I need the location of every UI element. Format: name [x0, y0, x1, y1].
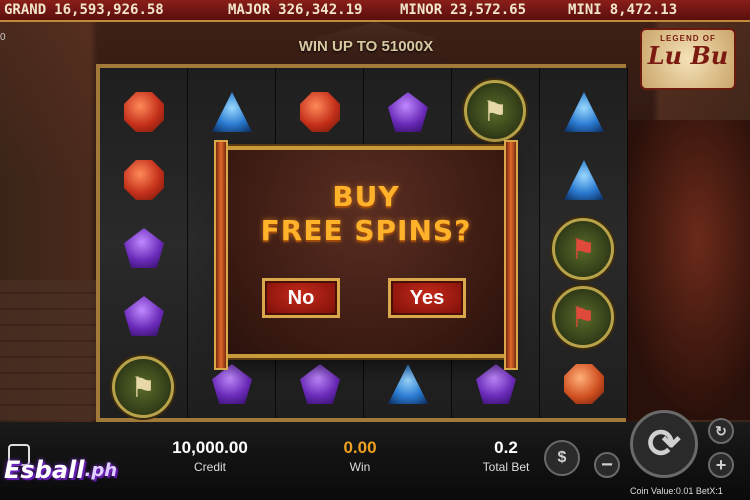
spin-button[interactable]: ⟳ [630, 410, 698, 478]
jackpot-mini: MINI 8,472.13 [568, 2, 677, 18]
red-gem-icon [124, 160, 164, 200]
jackpot-grand: GRAND 16,593,926.58 [4, 2, 164, 18]
jackpot-minor-value: 23,572.65 [450, 2, 527, 18]
dialog-pillar [214, 140, 228, 370]
esball-logo: Esball .ph [4, 450, 144, 490]
credit-label: Credit [193, 460, 226, 474]
jackpot-grand-value: 16,593,926.58 [54, 2, 164, 18]
win-display: 0.00 Win [330, 438, 390, 474]
blue-gem-icon [388, 364, 428, 404]
jackpot-minor: MINOR 23,572.65 [400, 2, 526, 18]
side-counter: 0 [0, 32, 6, 43]
purple-gem-icon [212, 364, 252, 404]
game-logo: LEGEND OF Lu Bu [640, 28, 736, 90]
reel-column [540, 68, 628, 418]
esball-logo-main: Esball [4, 456, 85, 484]
jackpot-bar: GRAND 16,593,926.58 MAJOR 326,342.19 MINOR… [0, 0, 750, 22]
credit-display: 10,000.00 Credit [150, 438, 270, 474]
seal-token-icon [464, 80, 526, 142]
autoplay-icon[interactable]: ↻ [708, 418, 734, 444]
jackpot-minor-label: MINOR [400, 2, 443, 18]
credit-value: 10,000.00 [172, 438, 248, 457]
jackpot-grand-label: GRAND [4, 2, 47, 18]
purple-gem-icon [388, 92, 428, 132]
jackpot-mini-label: MINI [568, 2, 602, 18]
reel-column [100, 68, 188, 418]
flag-token-icon [552, 286, 614, 348]
city-wall [0, 280, 96, 420]
win-up-banner: WIN UP TO 51000X [298, 38, 434, 55]
no-button[interactable]: No [262, 278, 340, 318]
seal-token-icon [112, 356, 174, 418]
win-value: 0.00 [343, 438, 377, 457]
purple-gem-icon [300, 364, 340, 404]
yes-button[interactable]: Yes [388, 278, 466, 318]
minus-bet-button[interactable]: − [594, 452, 620, 478]
dialog-pillar [504, 140, 518, 370]
blue-gem-icon [564, 92, 604, 132]
orange-gem-icon [564, 364, 604, 404]
jackpot-major-label: MAJOR [228, 2, 271, 18]
red-gem-icon [300, 92, 340, 132]
lu-bu-character [620, 120, 750, 420]
purple-gem-icon [124, 228, 164, 268]
jackpot-mini-value: 8,472.13 [609, 2, 678, 18]
blue-gem-icon [564, 160, 604, 200]
dialog-title-line1: BUY [332, 180, 400, 213]
plus-bet-button[interactable]: + [708, 452, 734, 478]
jackpot-major-value: 326,342.19 [278, 2, 363, 18]
coin-stack-icon[interactable]: $ [544, 440, 580, 476]
total-bet-value: 0.2 [494, 438, 518, 457]
total-bet-display: 0.2 Total Bet [470, 438, 542, 474]
dialog-title-line2: FREE SPINS? [260, 214, 472, 247]
red-gem-icon [124, 92, 164, 132]
logo-title: Lu Bu [647, 41, 729, 70]
esball-logo-suffix: .ph [84, 459, 118, 481]
jackpot-major: MAJOR 326,342.19 [228, 2, 362, 18]
buy-free-spins-dialog: BUY FREE SPINS? No Yes [214, 140, 518, 370]
blue-gem-icon [212, 92, 252, 132]
total-bet-label: Total Bet [482, 460, 530, 474]
coin-value-text: Coin Value:0.01 BetX:1 [630, 486, 723, 496]
purple-gem-icon [476, 364, 516, 404]
dialog-title: BUY FREE SPINS? [228, 180, 504, 248]
purple-gem-icon [124, 296, 164, 336]
flag-token-icon [552, 218, 614, 280]
win-label: Win [349, 460, 371, 474]
